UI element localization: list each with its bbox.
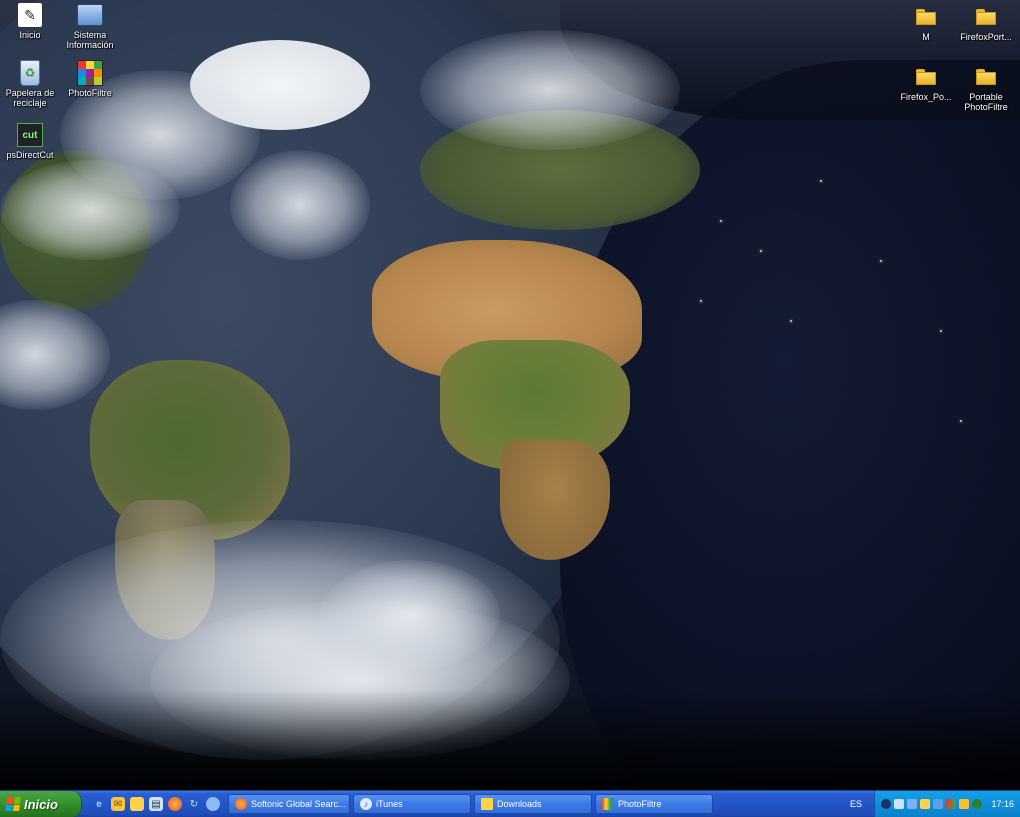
photofiltre-icon xyxy=(602,798,614,810)
outlook-icon[interactable]: ✉ xyxy=(111,797,125,811)
messenger-icon[interactable] xyxy=(972,799,982,809)
desktop-icon-folder-portable-photofiltre[interactable]: Portable PhotoFiltre xyxy=(946,64,1020,112)
ie-icon[interactable]: e xyxy=(92,797,106,811)
desktop-icon-label: FirefoxPort... xyxy=(960,32,1012,42)
city-lights xyxy=(960,420,962,422)
app-tray-icon[interactable] xyxy=(933,799,943,809)
system-tray: 17:16 xyxy=(874,791,1020,817)
network-icon[interactable] xyxy=(206,797,220,811)
city-lights xyxy=(720,220,722,222)
security-icon[interactable] xyxy=(881,799,891,809)
app-icon: ✎ xyxy=(17,2,43,28)
explorer-icon[interactable]: ▤ xyxy=(149,797,163,811)
city-lights xyxy=(940,330,942,332)
task-label: iTunes xyxy=(376,799,403,809)
taskbar-task-photofiltre[interactable]: PhotoFiltre xyxy=(595,794,713,814)
task-label: Softonic Global Searc... xyxy=(251,799,346,809)
cloud xyxy=(420,30,680,150)
desktop-icon-label: Sistema Información xyxy=(66,30,114,50)
taskbar-task-itunes[interactable]: ♪ iTunes xyxy=(353,794,471,814)
clock[interactable]: 17:16 xyxy=(991,799,1014,809)
city-lights xyxy=(760,250,762,252)
city-lights xyxy=(790,320,792,322)
ie-refresh-icon[interactable]: ↻ xyxy=(187,797,201,811)
desktop-icon-label: PhotoFiltre xyxy=(68,88,112,98)
cloud xyxy=(230,150,370,260)
desktop-icon-psdirectcut[interactable]: cut psDirectCut xyxy=(0,122,70,160)
network-icon[interactable] xyxy=(894,799,904,809)
photofiltre-icon xyxy=(77,60,103,86)
taskbar: Inicio e ✉ ▤ ↻ Softonic Global Searc... … xyxy=(0,790,1020,817)
desktop-icon-label: Portable PhotoFiltre xyxy=(964,92,1008,112)
cut-app-icon: cut xyxy=(17,122,43,148)
desktop-icon-label: psDirectCut xyxy=(6,150,54,160)
folder-icon xyxy=(913,64,939,90)
city-lights xyxy=(700,300,702,302)
folder-icon xyxy=(481,798,493,810)
desktop-wallpaper xyxy=(0,0,1020,790)
quick-launch: e ✉ ▤ ↻ xyxy=(82,791,228,817)
itunes-icon: ♪ xyxy=(360,798,372,810)
desktop-icon-folder-firefoxport[interactable]: FirefoxPort... xyxy=(946,4,1020,42)
recycle-bin-icon: ♻ xyxy=(17,60,43,86)
start-label: Inicio xyxy=(24,796,58,812)
cloud xyxy=(0,160,180,260)
taskbar-task-downloads[interactable]: Downloads xyxy=(474,794,592,814)
folder-icon xyxy=(973,4,999,30)
task-label: PhotoFiltre xyxy=(618,799,662,809)
calendar-icon[interactable] xyxy=(920,799,930,809)
folder-icon xyxy=(973,64,999,90)
folder-icon[interactable] xyxy=(130,797,144,811)
volume-icon[interactable] xyxy=(959,799,969,809)
system-info-icon xyxy=(77,2,103,28)
desktop-icon-system[interactable]: Sistema Información xyxy=(50,2,130,50)
update-icon[interactable] xyxy=(907,799,917,809)
earth-shadow xyxy=(0,690,1020,790)
windows-logo-icon xyxy=(5,797,21,811)
task-label: Downloads xyxy=(497,799,542,809)
desktop-icon-photofiltre[interactable]: PhotoFiltre xyxy=(50,60,130,98)
cloud xyxy=(320,560,500,670)
start-button[interactable]: Inicio xyxy=(0,791,82,817)
language-indicator[interactable]: ES xyxy=(850,799,862,809)
firefox-icon[interactable] xyxy=(168,797,182,811)
city-lights xyxy=(820,180,822,182)
folder-icon xyxy=(913,4,939,30)
antivirus-icon[interactable] xyxy=(946,799,956,809)
city-lights xyxy=(880,260,882,262)
firefox-icon xyxy=(235,798,247,810)
taskbar-task-softonic[interactable]: Softonic Global Searc... xyxy=(228,794,350,814)
